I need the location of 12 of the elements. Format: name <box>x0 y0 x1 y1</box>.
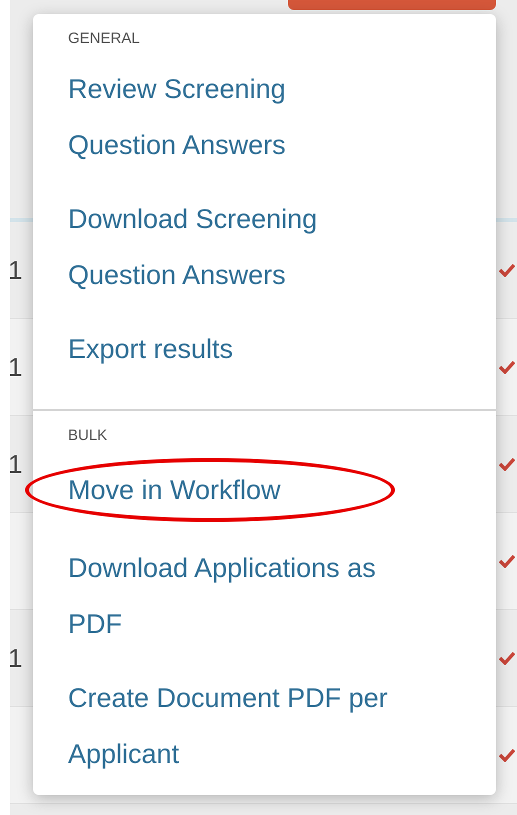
menu-item[interactable]: Review Screening Question Answers <box>33 61 496 173</box>
section-header: GENERAL <box>67 30 141 47</box>
section-header: BULK <box>67 427 108 444</box>
table-cell: 1 <box>8 642 22 674</box>
menu-item[interactable]: Download Applications as PDF <box>33 540 496 652</box>
menu-item[interactable]: Export results <box>33 321 496 377</box>
menu-item[interactable]: Download Screening Question Answers <box>33 191 496 303</box>
table-cell: 1 <box>8 448 22 480</box>
table-cell: 1 <box>8 254 22 286</box>
menu-item[interactable]: Move in Workflow <box>29 465 281 515</box>
table-cell: 1 <box>8 352 22 382</box>
menu-item[interactable]: Create Document PDF per Applicant <box>33 670 496 782</box>
